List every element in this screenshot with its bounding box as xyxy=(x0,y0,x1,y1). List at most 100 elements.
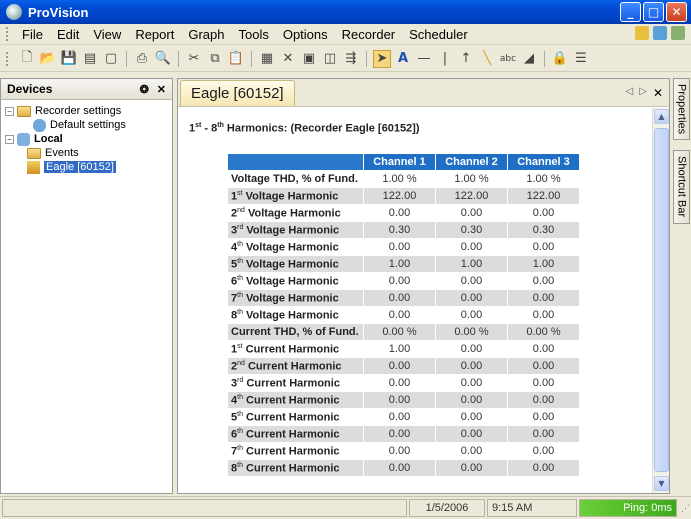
harmonics-table: Channel 1 Channel 2 Channel 3 Voltage TH… xyxy=(227,153,580,477)
monitor-icon[interactable]: ▣ xyxy=(300,50,318,68)
toolbar-grip-icon[interactable] xyxy=(6,51,9,66)
lock-icon[interactable]: 🔒 xyxy=(551,50,569,68)
export-icon[interactable]: ⇶ xyxy=(342,50,360,68)
menu-tools[interactable]: Tools xyxy=(231,27,275,42)
collapse-icon[interactable]: − xyxy=(5,134,14,144)
pin-icon[interactable]: ❂ xyxy=(140,83,149,96)
status-ping: Ping: 0ms xyxy=(579,499,677,517)
close-button[interactable]: ✕ xyxy=(666,2,687,22)
cell-channel-2: 1.00 % xyxy=(435,170,508,188)
save-icon[interactable]: 💾 xyxy=(60,50,78,68)
title-bar: ProVision _ □ ✕ xyxy=(0,0,691,24)
horizontal-line-icon[interactable]: — xyxy=(415,50,433,68)
print-preview-icon[interactable]: 🔍 xyxy=(154,50,172,68)
tree-item-eagle[interactable]: Eagle [60152] xyxy=(5,160,168,174)
tab-scroll-left-icon[interactable]: ◁ xyxy=(626,86,634,100)
status-message xyxy=(2,499,407,517)
row-label: 2nd Voltage Harmonic xyxy=(227,204,364,222)
cell-channel-1: 0.00 xyxy=(363,238,436,256)
cell-channel-3: 0.00 xyxy=(507,408,580,426)
arrow-up-icon[interactable]: ↑ xyxy=(457,50,475,68)
table-row: 8th Voltage Harmonic 0.00 0.00 0.00 xyxy=(227,306,580,324)
print-icon[interactable]: ⎙ xyxy=(133,50,151,68)
tree-item-default-settings[interactable]: Default settings xyxy=(5,118,168,132)
cell-channel-2: 0.00 xyxy=(435,357,508,375)
chart-icon[interactable]: ▦ xyxy=(258,50,276,68)
tab-properties[interactable]: Properties xyxy=(673,78,690,140)
devices-panel-header: Devices ❂ ✕ xyxy=(1,79,172,100)
list-icon[interactable]: ☰ xyxy=(572,50,590,68)
table-row: 6th Current Harmonic 0.00 0.00 0.00 xyxy=(227,425,580,443)
cell-channel-3: 122.00 xyxy=(507,187,580,205)
data-icon[interactable]: ◫ xyxy=(321,50,339,68)
cell-channel-1: 0.00 xyxy=(363,289,436,307)
cell-channel-1: 0.00 xyxy=(363,272,436,290)
menu-options[interactable]: Options xyxy=(276,27,335,42)
row-label: 1st Voltage Harmonic xyxy=(227,187,364,205)
resize-grip-icon[interactable]: ⋰ xyxy=(681,503,690,514)
collapse-icon[interactable]: − xyxy=(5,106,14,116)
cell-channel-1: 0.30 xyxy=(363,221,436,239)
connect-icon[interactable] xyxy=(635,26,649,40)
text-tool-icon[interactable]: A xyxy=(394,50,412,68)
menu-view[interactable]: View xyxy=(86,27,128,42)
column-header-channel-3: Channel 3 xyxy=(507,153,580,171)
cell-channel-3: 0.00 xyxy=(507,238,580,256)
cell-channel-1: 1.00 xyxy=(363,255,436,273)
scroll-up-icon[interactable]: ▲ xyxy=(654,109,669,124)
marker-icon[interactable]: ◢ xyxy=(520,50,538,68)
table-row: 6th Voltage Harmonic 0.00 0.00 0.00 xyxy=(227,272,580,290)
new-icon[interactable]: 🗋 xyxy=(18,50,36,68)
cell-channel-2: 0.00 xyxy=(435,204,508,222)
cell-channel-2: 0.00 xyxy=(435,442,508,460)
menu-recorder[interactable]: Recorder xyxy=(335,27,402,42)
row-label: Current THD, % of Fund. xyxy=(227,323,364,341)
panel-close-icon[interactable]: ✕ xyxy=(157,83,166,96)
cell-channel-3: 0.00 xyxy=(507,272,580,290)
tab-close-icon[interactable]: ✕ xyxy=(653,86,663,100)
table-row: 3rd Current Harmonic 0.00 0.00 0.00 xyxy=(227,374,580,392)
network-icon[interactable] xyxy=(671,26,685,40)
recorder-node-icon xyxy=(27,160,40,174)
vertical-scrollbar[interactable]: ▲ ▼ xyxy=(652,108,669,493)
tab-eagle[interactable]: Eagle [60152] xyxy=(180,80,295,106)
cell-channel-3: 0.00 xyxy=(507,442,580,460)
scroll-thumb[interactable] xyxy=(654,128,669,472)
cell-channel-1: 0.00 xyxy=(363,391,436,409)
cell-channel-1: 0.00 % xyxy=(363,323,436,341)
devices-panel: Devices ❂ ✕ − Recorder settings Default … xyxy=(0,78,173,494)
menu-report[interactable]: Report xyxy=(128,27,181,42)
copy-icon[interactable]: ⧉ xyxy=(206,50,224,68)
tree-item-local[interactable]: − Local xyxy=(5,132,168,146)
save-all-icon[interactable]: ▤ xyxy=(81,50,99,68)
cell-channel-2: 0.00 xyxy=(435,289,508,307)
tab-scroll-right-icon[interactable]: ▷ xyxy=(639,86,647,100)
menu-grip-icon[interactable] xyxy=(6,27,9,41)
cell-channel-1: 0.00 xyxy=(363,408,436,426)
tools-icon[interactable]: ✕ xyxy=(279,50,297,68)
scroll-down-icon[interactable]: ▼ xyxy=(654,476,669,491)
open-icon[interactable]: 📂 xyxy=(39,50,57,68)
pointer-icon[interactable]: ➤ xyxy=(373,49,391,68)
cell-channel-3: 0.00 xyxy=(507,357,580,375)
window-icon[interactable]: ▢ xyxy=(102,50,120,68)
menu-scheduler[interactable]: Scheduler xyxy=(402,27,475,42)
settings-icon[interactable] xyxy=(653,26,667,40)
menu-edit[interactable]: Edit xyxy=(50,27,86,42)
cell-channel-3: 1.00 xyxy=(507,255,580,273)
label-icon[interactable]: abc xyxy=(499,50,517,68)
menu-file[interactable]: File xyxy=(15,27,50,42)
vertical-line-icon[interactable]: | xyxy=(436,50,454,68)
cut-icon[interactable]: ✂ xyxy=(185,50,203,68)
paste-icon[interactable]: 📋 xyxy=(227,50,245,68)
cell-channel-2: 122.00 xyxy=(435,187,508,205)
cell-channel-3: 0.00 % xyxy=(507,323,580,341)
menu-graph[interactable]: Graph xyxy=(181,27,231,42)
table-row: 3rd Voltage Harmonic 0.30 0.30 0.30 xyxy=(227,221,580,239)
tree-item-events[interactable]: Events xyxy=(5,146,168,160)
diagonal-line-icon[interactable]: ╲ xyxy=(478,50,496,68)
tree-item-recorder-settings[interactable]: − Recorder settings xyxy=(5,104,168,118)
maximize-button[interactable]: □ xyxy=(643,2,664,22)
tab-shortcut-bar[interactable]: Shortcut Bar xyxy=(673,150,690,224)
minimize-button[interactable]: _ xyxy=(620,2,641,22)
